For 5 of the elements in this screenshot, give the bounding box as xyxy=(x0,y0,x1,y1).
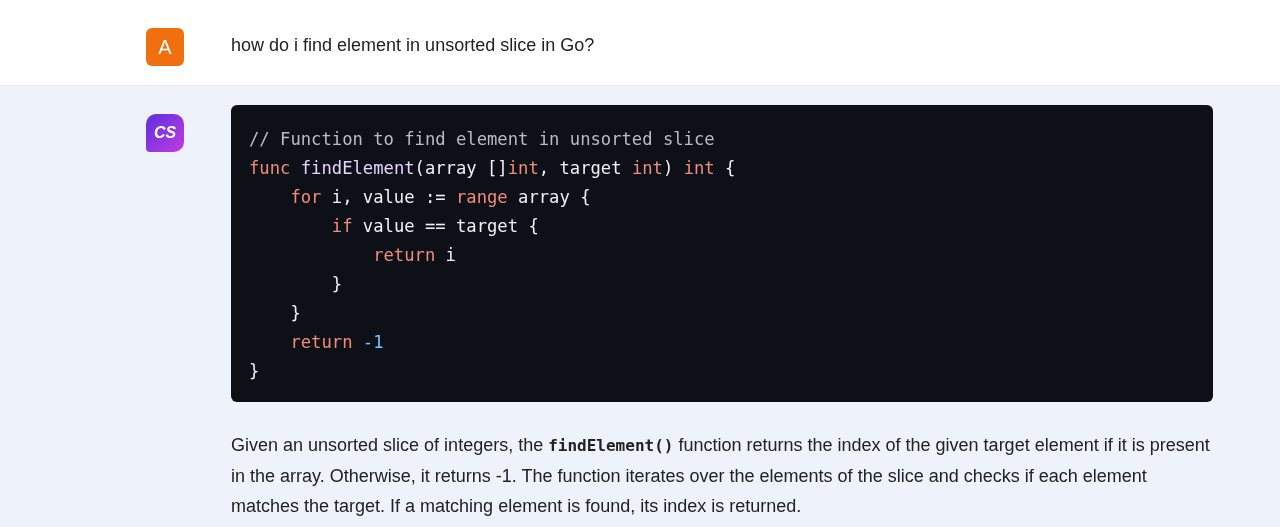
user-avatar: A xyxy=(146,28,184,66)
explanation-text: Given an unsorted slice of integers, the findElement() function returns the index of the given target element if it is present in the array. Otherwise, it returns -1. The function iterates over the elements of the slice and checks if each element matches the target. If a matching element is found, its index is returned. xyxy=(231,434,1211,518)
assistant-avatar: CS xyxy=(146,114,184,152)
user-message: how do i find element in unsorted slice in Go? xyxy=(231,35,595,56)
code-block: // Function to find element in unsorted slice func findElement(array []int, target int) int { for i, value := range array { if value == target { return i } } return -1 } xyxy=(231,105,1213,402)
